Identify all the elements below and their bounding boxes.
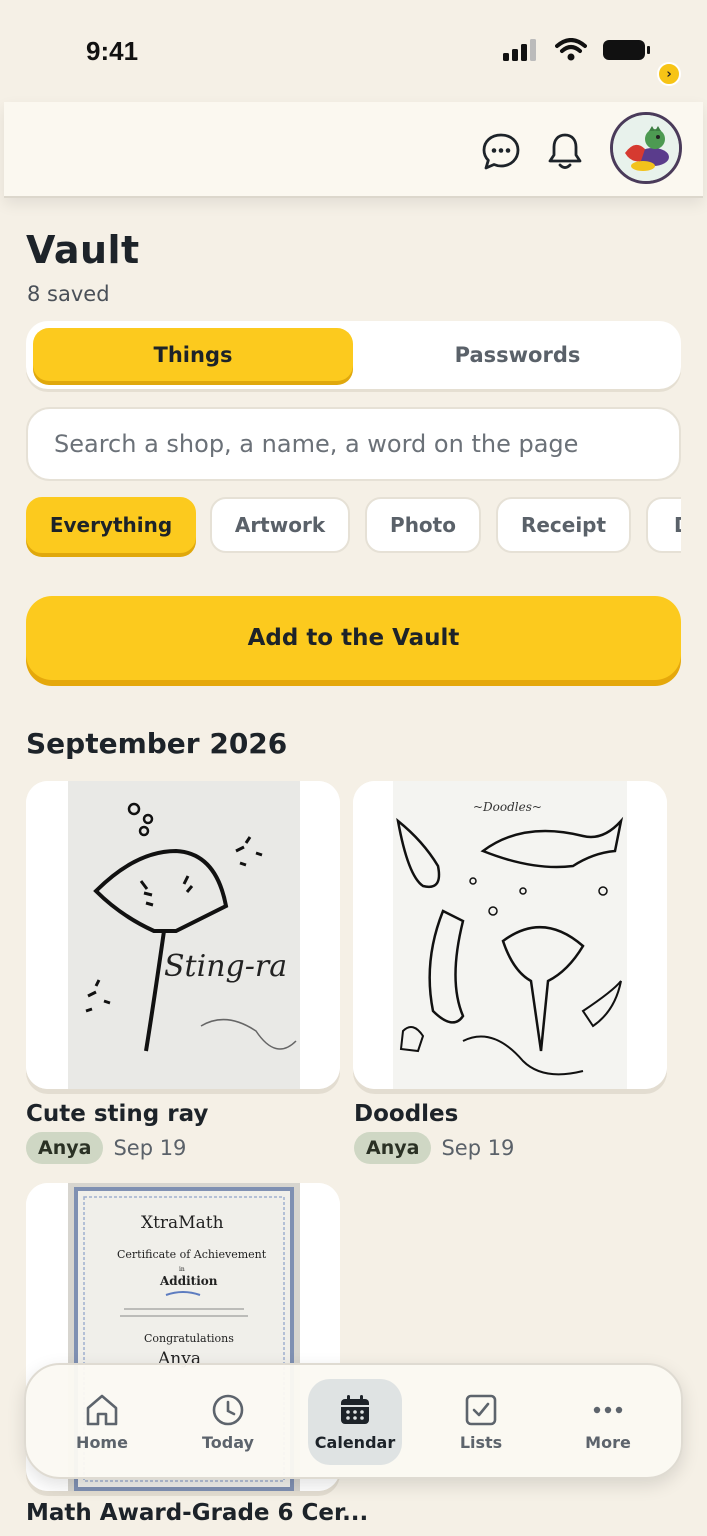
person-tag: Anya [354, 1132, 432, 1164]
page-title: Vault [26, 228, 140, 272]
card-date: Sep 19 [113, 1136, 187, 1160]
card-image-sting-ray[interactable]: Sting-ra [26, 781, 340, 1089]
card-title-doodles[interactable]: Doodles [354, 1101, 458, 1127]
segment-passwords[interactable]: Passwords [361, 328, 674, 381]
card-date: Sep 19 [441, 1136, 515, 1160]
filter-everything[interactable]: Everything [26, 497, 196, 553]
clock-icon [212, 1394, 244, 1425]
calendar-icon [341, 1394, 369, 1424]
filter-artwork[interactable]: Artwork [210, 497, 350, 553]
profile-avatar[interactable] [610, 112, 682, 184]
top-bar [4, 102, 703, 198]
card-image-doodles[interactable]: ~Doodles~ [353, 781, 667, 1089]
vault-segmented-control: Things Passwords [26, 321, 681, 389]
section-title: September 2026 [26, 727, 288, 760]
filter-photo[interactable]: Photo [365, 497, 481, 553]
tab-home[interactable]: Home [52, 1379, 152, 1465]
tab-home-label: Home [76, 1432, 128, 1452]
card-meta-doodles: Anya Sep 19 [354, 1132, 514, 1164]
status-icons [503, 38, 651, 62]
certificate-line1: Certificate of Achievement [117, 1248, 267, 1261]
saved-count: 8 saved [27, 282, 110, 306]
tab-more-label: More [585, 1432, 631, 1452]
wifi-icon [555, 38, 587, 61]
battery-icon [603, 40, 650, 60]
bottom-tab-bar: Home Today Calendar Lists More [24, 1363, 683, 1479]
checkbox-icon [465, 1394, 497, 1425]
filter-chips: Everything Artwork Photo Receipt D [26, 497, 681, 557]
segment-things[interactable]: Things [33, 328, 353, 381]
card-title-math-award[interactable]: Math Award-Grade 6 Cer... [26, 1500, 368, 1526]
filter-more[interactable]: D [646, 497, 681, 553]
tab-calendar[interactable]: Calendar [308, 1379, 402, 1465]
sting-ray-handwriting: Sting-ra [164, 949, 287, 984]
tab-calendar-label: Calendar [314, 1432, 396, 1452]
card-meta-sting-ray: Anya Sep 19 [26, 1132, 186, 1164]
certificate-line4: Congratulations [144, 1332, 234, 1345]
search-input[interactable]: Search a shop, a name, a word on the pag… [26, 407, 681, 481]
tab-lists[interactable]: Lists [431, 1379, 531, 1465]
status-bar: 9:41 [0, 0, 707, 100]
certificate-brand: XtraMath [141, 1213, 224, 1233]
person-tag: Anya [26, 1132, 104, 1164]
status-time: 9:41 [86, 36, 139, 66]
certificate-line2: in [179, 1266, 185, 1273]
card-title-sting-ray[interactable]: Cute sting ray [26, 1101, 208, 1127]
doodles-handwriting: ~Doodles~ [473, 800, 542, 814]
signal-icon [503, 39, 536, 61]
home-icon [86, 1394, 118, 1425]
filter-receipt[interactable]: Receipt [496, 497, 631, 553]
tab-more[interactable]: More [558, 1379, 658, 1465]
chat-icon[interactable] [480, 130, 522, 172]
add-to-vault-button[interactable]: Add to the Vault [26, 596, 681, 680]
certificate-line3: Addition [159, 1274, 218, 1288]
avatar-badge[interactable]: › [657, 62, 681, 86]
more-icon [593, 1406, 623, 1413]
bell-icon[interactable] [544, 130, 586, 172]
tab-lists-label: Lists [459, 1432, 503, 1452]
tab-today-label: Today [202, 1432, 254, 1452]
tab-today[interactable]: Today [178, 1379, 278, 1465]
